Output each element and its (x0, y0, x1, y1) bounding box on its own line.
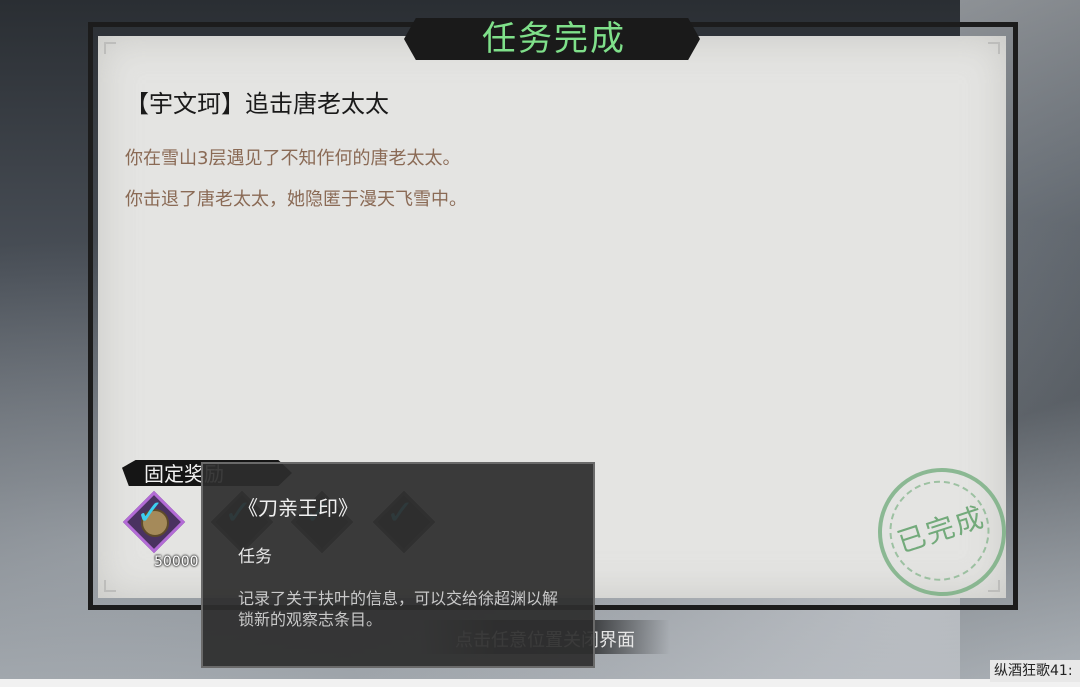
corner-ornament (988, 580, 1000, 592)
quest-title: 【宇文珂】追击唐老太太 (125, 90, 389, 118)
tooltip-item-name: 《刀亲王印》 (238, 496, 358, 520)
dialog-title: 任务完成 (482, 19, 626, 59)
bottom-strip (0, 679, 1080, 687)
watermark-text: 纵酒狂歌41: (990, 660, 1080, 682)
tooltip-item-type: 任务 (238, 547, 272, 567)
check-icon: ✓ (136, 493, 165, 533)
corner-ornament (104, 580, 116, 592)
tooltip-item-description: 记录了关于扶叶的信息，可以交给徐超渊以解锁新的观察志条目。 (238, 589, 559, 629)
corner-ornament (988, 42, 1000, 54)
quest-description-line: 你在雪山3层遇见了不知作何的唐老太太。 (125, 148, 461, 169)
quest-description-line: 你击退了唐老太太，她隐匿于漫天飞雪中。 (125, 189, 467, 210)
reward-item-coin[interactable]: ✓ (122, 490, 186, 554)
corner-ornament (104, 42, 116, 54)
reward-item-count: 50000 (154, 554, 199, 570)
